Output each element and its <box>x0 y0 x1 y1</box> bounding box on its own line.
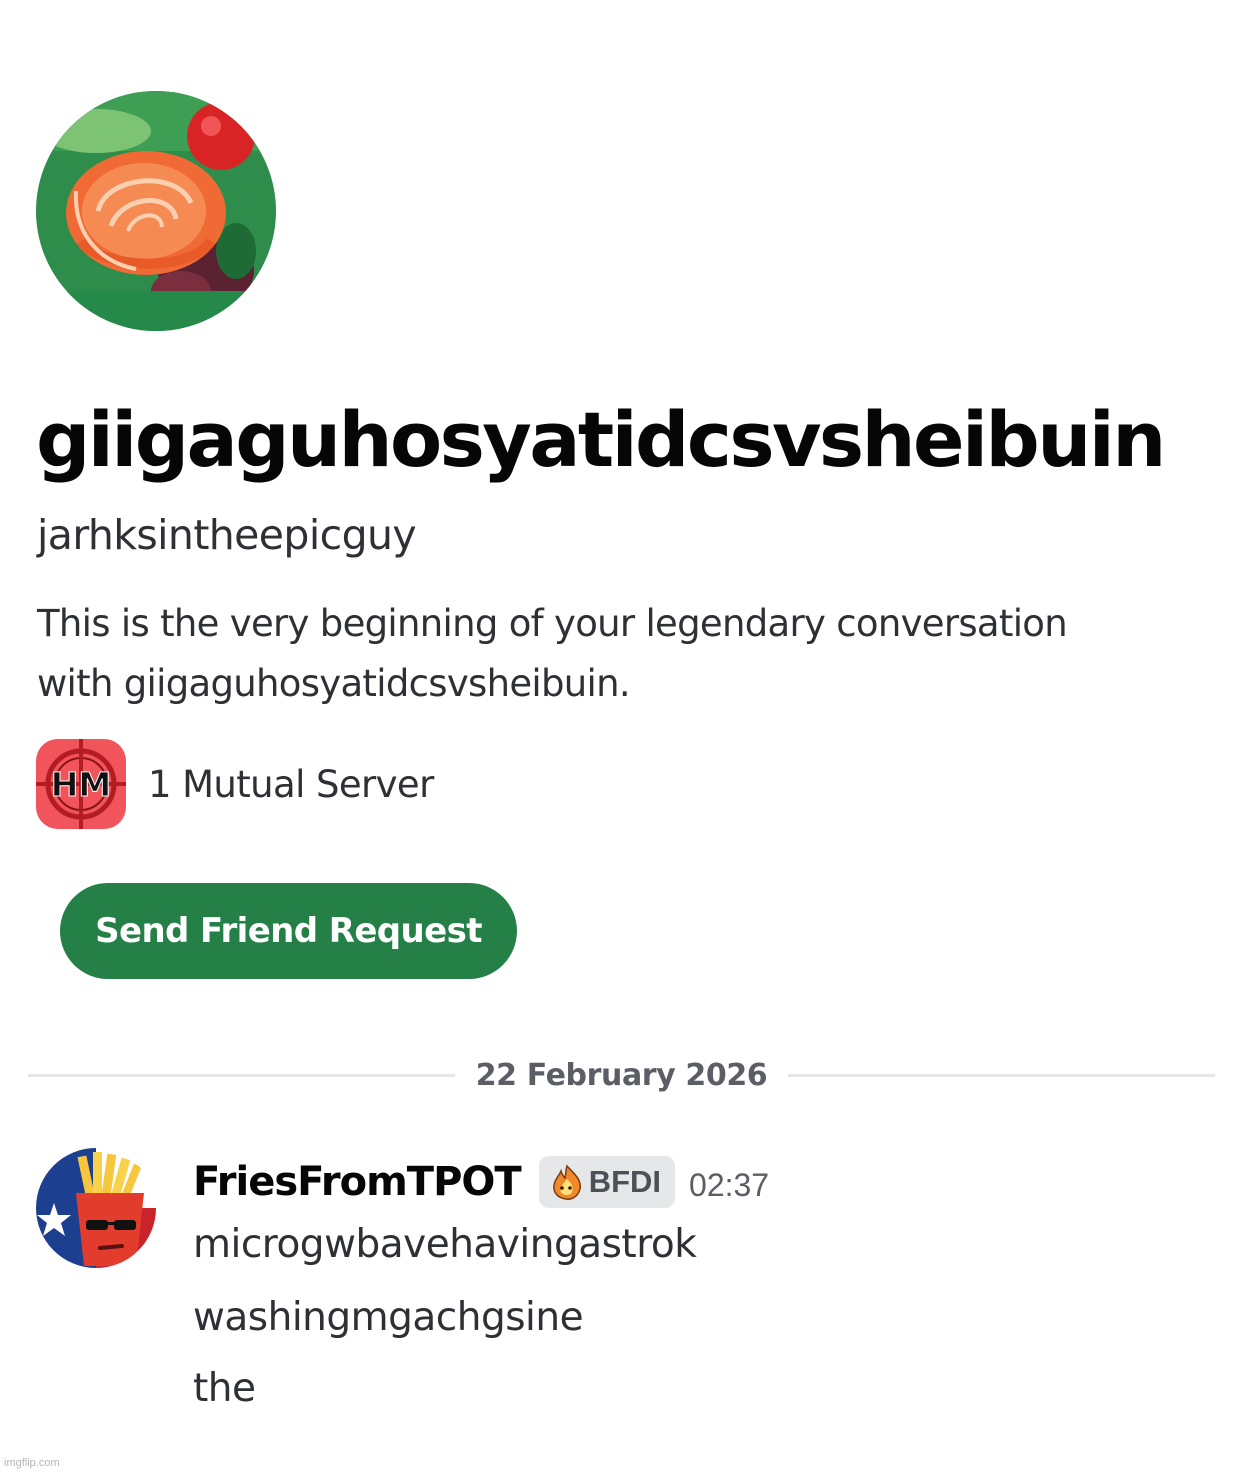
flame-icon <box>552 1164 581 1200</box>
role-tag-label: BFDI <box>588 1164 662 1199</box>
salmon-sashimi-avatar-icon <box>36 91 276 331</box>
watermark: imgflip.com <box>4 1457 60 1469</box>
message-author-name[interactable]: FriesFromTPOT <box>193 1159 522 1205</box>
date-divider-line-right <box>788 1074 1215 1077</box>
profile-avatar[interactable] <box>36 91 276 331</box>
intro-line-2: with giigaguhosyatidcsvsheibuin. <box>37 662 631 705</box>
message-header: FriesFromTPOT BFDI 02:37 <box>193 1154 769 1210</box>
message-line: washingmgachgsine <box>193 1295 584 1340</box>
role-tag[interactable]: BFDI <box>538 1156 676 1208</box>
message-timestamp: 02:37 <box>689 1166 770 1203</box>
date-divider-line-left <box>28 1074 455 1077</box>
intro-line-1: This is the very beginning of your legen… <box>37 602 1068 645</box>
conversation-intro: This is the very beginning of your legen… <box>37 594 1227 714</box>
send-friend-request-button[interactable]: Send Friend Request <box>60 883 517 979</box>
mutual-servers-row[interactable]: HM 1 Mutual Server <box>36 739 434 829</box>
username: jarhksintheepicguy <box>37 511 417 559</box>
message-line: microgwbavehavingastrok <box>193 1222 697 1267</box>
display-name: giigaguhosyatidcsvsheibuin <box>36 395 1166 484</box>
fries-avatar-icon <box>36 1148 156 1268</box>
date-divider-label: 22 February 2026 <box>475 1058 768 1093</box>
server-icon-label: HM <box>51 765 111 804</box>
message-line: the <box>193 1366 256 1411</box>
mutual-servers-label: 1 Mutual Server <box>148 762 434 806</box>
server-icon: HM <box>36 739 126 829</box>
message-author-avatar[interactable] <box>36 1148 156 1268</box>
